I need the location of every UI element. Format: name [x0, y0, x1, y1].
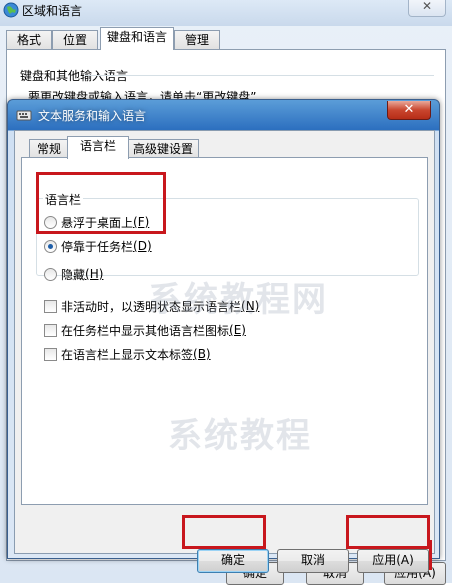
radio-button-selected[interactable] — [44, 239, 57, 253]
tab-keyboards-languages[interactable]: 键盘和语言 — [100, 27, 174, 50]
dialog-close-button[interactable]: ✕ — [387, 101, 431, 120]
checkbox[interactable] — [44, 299, 57, 313]
bg-titlebar: 区域和语言 ✕ — [0, 0, 452, 26]
highlight-ok-button — [182, 515, 266, 549]
checkbox-text-labels-label: 在语言栏上显示文本标签 — [61, 347, 194, 362]
checkbox-transparent-label: 非活动时，以透明状态显示语言栏 — [61, 299, 242, 314]
checkbox[interactable] — [44, 347, 57, 361]
dialog-title: 文本服务和输入语言 — [38, 109, 147, 123]
apply-button[interactable]: 应用(A) — [357, 549, 429, 573]
radio-dock-label: 停靠于任务栏 — [61, 239, 134, 254]
checkbox[interactable] — [44, 323, 57, 337]
tab-language-bar[interactable]: 语言栏 — [67, 136, 129, 159]
tab-location[interactable]: 位置 — [52, 30, 98, 50]
radio-hidden-key: (H) — [85, 267, 104, 281]
checkbox-extra-icons-key: (E) — [229, 323, 246, 337]
checkbox-extra-icons-label: 在任务栏中显示其他语言栏图标 — [61, 323, 230, 338]
highlight-apply-edge — [426, 540, 432, 570]
keyboard-icon — [16, 110, 32, 121]
checkbox-text-labels-key: (B) — [193, 347, 211, 361]
checkbox-transparent-inactive[interactable]: 非活动时，以透明状态显示语言栏 (N) — [44, 298, 259, 314]
ok-button[interactable]: 确定 — [197, 549, 269, 573]
cancel-button[interactable]: 取消 — [277, 549, 349, 573]
tab-general[interactable]: 常规 — [29, 139, 69, 159]
radio-dock-key: (D) — [133, 239, 152, 253]
tab-administrative[interactable]: 管理 — [174, 30, 220, 50]
dialog-titlebar: 文本服务和输入语言 ✕ — [8, 100, 439, 130]
radio-button[interactable] — [44, 267, 57, 281]
bg-group-divider — [84, 75, 434, 76]
tab-format[interactable]: 格式 — [6, 30, 52, 50]
highlight-apply-button — [346, 515, 430, 549]
tab-advanced-key-settings[interactable]: 高级键设置 — [127, 139, 199, 159]
text-services-dialog: 文本服务和输入语言 ✕ 常规 语言栏 高级键设置 语言栏 悬浮于桌面上 (F) … — [7, 99, 440, 573]
radio-dock-in-taskbar[interactable]: 停靠于任务栏 (D) — [44, 238, 152, 254]
globe-icon — [3, 2, 19, 18]
bg-close-button[interactable]: ✕ — [408, 0, 446, 17]
checkbox-text-labels[interactable]: 在语言栏上显示文本标签 (B) — [44, 346, 211, 362]
checkbox-transparent-key: (N) — [241, 299, 260, 313]
radio-hidden[interactable]: 隐藏 (H) — [44, 266, 103, 282]
checkbox-extra-icons[interactable]: 在任务栏中显示其他语言栏图标 (E) — [44, 322, 246, 338]
radio-hidden-label: 隐藏 — [61, 267, 86, 282]
highlight-radio-options — [36, 172, 166, 234]
bg-window-title: 区域和语言 — [22, 4, 83, 18]
